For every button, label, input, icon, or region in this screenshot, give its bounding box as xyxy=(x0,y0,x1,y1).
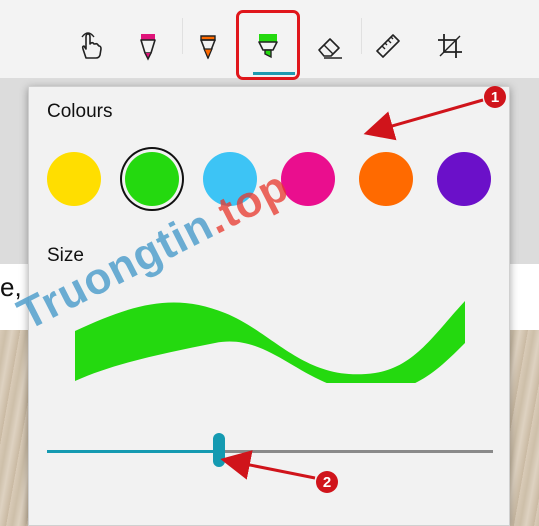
annotation-arrow-2 xyxy=(220,450,316,480)
annotation-arrow-1 xyxy=(363,98,484,141)
annotation-badge-1: 1 xyxy=(484,86,506,108)
annotation-badge-2: 2 xyxy=(316,471,338,493)
